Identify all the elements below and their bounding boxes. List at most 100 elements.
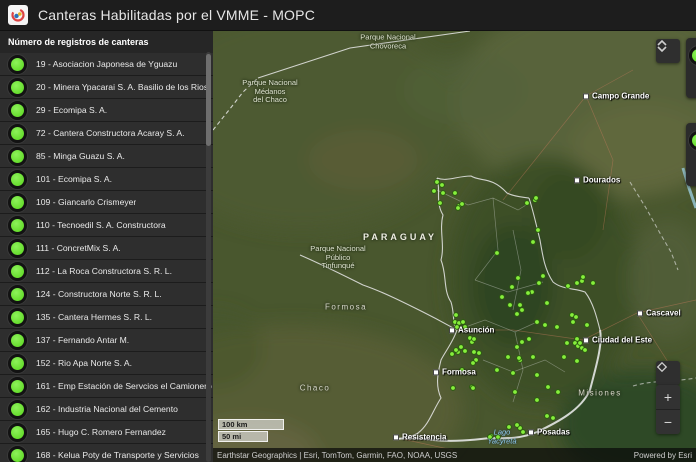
quarry-map-point[interactable] bbox=[537, 281, 542, 286]
quarry-map-point[interactable] bbox=[454, 313, 459, 318]
quarry-map-point[interactable] bbox=[507, 425, 512, 430]
quarry-map-point[interactable] bbox=[541, 274, 546, 279]
quarry-map-point[interactable] bbox=[565, 341, 570, 346]
list-item[interactable]: 19 - Asociacion Japonesa de Yguazu bbox=[0, 53, 213, 76]
quarry-map-point[interactable] bbox=[535, 320, 540, 325]
quarry-map-point[interactable] bbox=[546, 385, 551, 390]
quarry-map-point[interactable] bbox=[531, 240, 536, 245]
quarry-map-point[interactable] bbox=[441, 191, 446, 196]
quarry-map-point[interactable] bbox=[535, 373, 540, 378]
quarry-map-point[interactable] bbox=[460, 202, 465, 207]
quarry-map-point[interactable] bbox=[562, 355, 567, 360]
quarry-map-point[interactable] bbox=[520, 308, 525, 313]
quarry-map-point[interactable] bbox=[515, 423, 520, 428]
quarry-map-point[interactable] bbox=[518, 303, 523, 308]
quarry-map-point[interactable] bbox=[488, 435, 493, 440]
quarry-map-point[interactable] bbox=[471, 386, 476, 391]
quarry-map-point[interactable] bbox=[555, 325, 560, 330]
quarry-map-point[interactable] bbox=[508, 303, 513, 308]
quarry-map-point[interactable] bbox=[435, 180, 440, 185]
quarry-map-point[interactable] bbox=[545, 414, 550, 419]
list-item[interactable]: 20 - Minera Ypacarai S. A. Basilio de lo… bbox=[0, 76, 213, 99]
quarry-map-point[interactable] bbox=[545, 301, 550, 306]
quarry-map-point[interactable] bbox=[535, 398, 540, 403]
quarry-map-point[interactable] bbox=[495, 251, 500, 256]
list-item[interactable]: 29 - Ecomipa S. A. bbox=[0, 99, 213, 122]
quarry-map-point[interactable] bbox=[551, 416, 556, 421]
quarry-map-point[interactable] bbox=[515, 312, 520, 317]
list-item[interactable]: 109 - Giancarlo Crismeyer bbox=[0, 191, 213, 214]
quarry-map-point[interactable] bbox=[531, 355, 536, 360]
quarry-map-point[interactable] bbox=[510, 285, 515, 290]
list-item[interactable]: 161 - Emp Estación de Servcios el Camion… bbox=[0, 375, 213, 398]
list-item[interactable]: 124 - Constructora Norte S. R. L. bbox=[0, 283, 213, 306]
quarry-map-point[interactable] bbox=[578, 341, 583, 346]
quarry-map-point[interactable] bbox=[477, 351, 482, 356]
list-item[interactable]: 85 - Minga Guazu S. A. bbox=[0, 145, 213, 168]
zoom-in-button[interactable]: + bbox=[656, 385, 680, 409]
quarry-map-point[interactable] bbox=[511, 371, 516, 376]
quarry-map-point[interactable] bbox=[575, 281, 580, 286]
quarry-map-point[interactable] bbox=[571, 320, 576, 325]
list-item[interactable]: 72 - Cantera Constructora Acaray S. A. bbox=[0, 122, 213, 145]
quarry-map-point[interactable] bbox=[450, 352, 455, 357]
quarry-map-point[interactable] bbox=[517, 356, 522, 361]
quarry-map-point[interactable] bbox=[454, 348, 459, 353]
quarry-map-point[interactable] bbox=[515, 345, 520, 350]
map-canvas[interactable]: Parque NacionalChovorecaParque NacionalM… bbox=[213, 30, 696, 462]
quarry-map-point[interactable] bbox=[432, 189, 437, 194]
quarry-map-point[interactable] bbox=[556, 390, 561, 395]
locate-button[interactable] bbox=[656, 361, 680, 385]
quarry-map-point[interactable] bbox=[591, 281, 596, 286]
quarry-map-point[interactable] bbox=[581, 275, 586, 280]
quarry-map-point[interactable] bbox=[525, 201, 530, 206]
quarry-map-point[interactable] bbox=[438, 201, 443, 206]
quarry-map-point[interactable] bbox=[534, 196, 539, 201]
list-item[interactable]: 135 - Cantera Hermes S. R. L. bbox=[0, 306, 213, 329]
quarry-map-point[interactable] bbox=[440, 183, 445, 188]
quarry-map-point[interactable] bbox=[455, 325, 460, 330]
quarry-map-point[interactable] bbox=[459, 345, 464, 350]
quarry-map-point[interactable] bbox=[566, 284, 571, 289]
clipped-panel[interactable] bbox=[686, 123, 696, 186]
list-item[interactable]: 112 - La Roca Constructora S. R. L. bbox=[0, 260, 213, 283]
quarry-map-point[interactable] bbox=[496, 435, 501, 440]
list-item[interactable]: 137 - Fernando Antar M. bbox=[0, 329, 213, 352]
quarry-map-point[interactable] bbox=[575, 359, 580, 364]
quarry-map-point[interactable] bbox=[453, 191, 458, 196]
list-item[interactable]: 165 - Hugo C. Romero Fernandez bbox=[0, 421, 213, 444]
quarry-map-point[interactable] bbox=[527, 337, 532, 342]
list-item[interactable]: 101 - Ecomipa S. A. bbox=[0, 168, 213, 191]
quarry-map-point[interactable] bbox=[516, 276, 521, 281]
quarry-map-point[interactable] bbox=[460, 368, 465, 373]
collapse-panel-button[interactable] bbox=[656, 39, 680, 63]
quarry-map-point[interactable] bbox=[471, 361, 476, 366]
quarry-map-point[interactable] bbox=[520, 340, 525, 345]
quarry-map-point[interactable] bbox=[472, 337, 477, 342]
list-item[interactable]: 168 - Kelua Poty de Transporte y Servici… bbox=[0, 444, 213, 462]
quarry-map-point[interactable] bbox=[456, 206, 461, 211]
list-item[interactable]: 110 - Tecnoedil S. A. Constructora bbox=[0, 214, 213, 237]
sidebar-scroll-thumb[interactable] bbox=[206, 54, 211, 146]
quarry-map-point[interactable] bbox=[495, 368, 500, 373]
list-item[interactable]: 152 - Rio Apa Norte S. A. bbox=[0, 352, 213, 375]
quarry-map-point[interactable] bbox=[543, 323, 548, 328]
quarry-map-point[interactable] bbox=[463, 325, 468, 330]
sidebar-scrollbar[interactable] bbox=[206, 52, 211, 462]
quarry-map-point[interactable] bbox=[583, 348, 588, 353]
quarry-map-point[interactable] bbox=[585, 323, 590, 328]
quarry-map-point[interactable] bbox=[463, 349, 468, 354]
quarry-map-point[interactable] bbox=[500, 295, 505, 300]
clipped-panel[interactable] bbox=[686, 38, 696, 98]
quarry-map-point[interactable] bbox=[506, 355, 511, 360]
quarry-map-point[interactable] bbox=[513, 390, 518, 395]
quarry-map-point[interactable] bbox=[451, 386, 456, 391]
list-item[interactable]: 111 - ConcretMix S. A. bbox=[0, 237, 213, 260]
list-item[interactable]: 162 - Industria Nacional del Cemento bbox=[0, 398, 213, 421]
quarry-map-point[interactable] bbox=[472, 350, 477, 355]
quarry-map-point[interactable] bbox=[526, 291, 531, 296]
quarry-map-point[interactable] bbox=[536, 228, 541, 233]
zoom-out-button[interactable]: − bbox=[656, 409, 680, 434]
quarry-map-point[interactable] bbox=[574, 315, 579, 320]
quarry-map-point[interactable] bbox=[461, 320, 466, 325]
